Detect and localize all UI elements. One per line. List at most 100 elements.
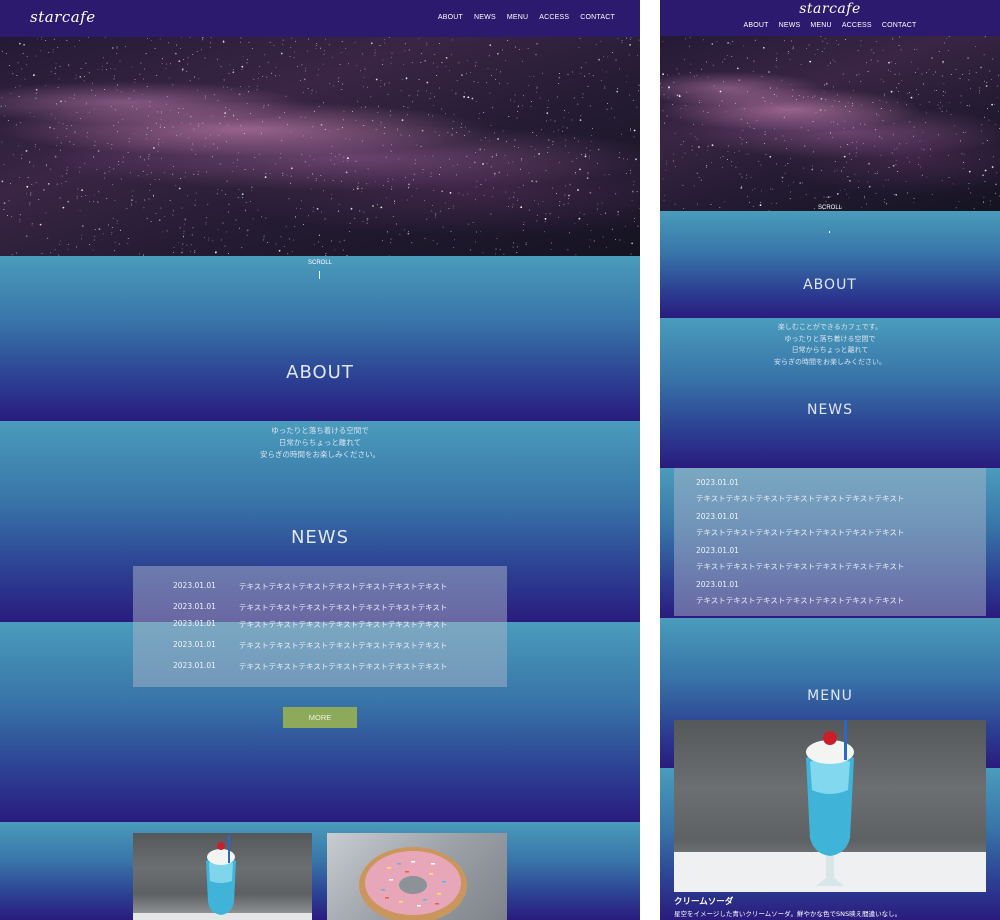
nav-access[interactable]: ACCESS	[539, 14, 569, 21]
donut-illustration	[359, 847, 467, 920]
star-dot	[917, 68, 919, 70]
star-dot	[174, 52, 177, 55]
menu-photo-cream-soda[interactable]	[133, 833, 312, 920]
star-dot	[574, 173, 576, 175]
star-dot	[622, 158, 624, 160]
star-dot	[260, 132, 262, 134]
star-dot	[190, 244, 192, 246]
star-dot	[512, 161, 514, 163]
star-dot	[194, 204, 196, 206]
star-dot	[116, 131, 118, 132]
nav-news[interactable]: NEWS	[474, 14, 496, 21]
star-dot	[562, 130, 563, 132]
about-text: 楽しむことができるカフェです。 ゆったりと落ち着ける空間で 日常からちょっと離れ…	[660, 322, 1000, 368]
star-dot	[542, 201, 544, 202]
star-dot	[984, 36, 986, 38]
about-title: ABOUT	[286, 362, 354, 383]
star-dot	[925, 122, 927, 124]
star-dot	[548, 139, 550, 141]
star-dot	[727, 145, 729, 147]
star-dot	[630, 38, 632, 40]
nav-contact[interactable]: CONTACT	[882, 22, 917, 29]
star-dot	[19, 176, 21, 178]
star-dot	[334, 249, 336, 251]
nav-contact[interactable]: CONTACT	[580, 14, 615, 21]
star-dot	[211, 116, 213, 118]
star-dot	[380, 121, 382, 123]
star-dot	[836, 94, 838, 96]
news-item[interactable]: 2023.01.01 テキストテキストテキストテキストテキストテキストテキスト	[173, 602, 447, 613]
site-logo[interactable]: starcafe	[660, 1, 1000, 17]
about-band: SCROLL ABOUT	[0, 256, 640, 421]
star-dot	[595, 43, 597, 45]
star-dot	[986, 108, 988, 109]
star-dot	[942, 105, 943, 107]
news-item[interactable]: 2023.01.01 テキストテキストテキストテキストテキストテキストテキスト	[173, 619, 447, 630]
star-dot	[585, 153, 587, 155]
star-dot	[273, 45, 275, 47]
star-dot	[769, 87, 771, 89]
star-dot	[579, 119, 582, 121]
star-dot	[825, 82, 828, 85]
star-dot	[87, 132, 89, 134]
scroll-indicator-label[interactable]: SCROLL	[0, 260, 640, 266]
scroll-indicator-label[interactable]: SCROLL	[660, 205, 1000, 211]
star-dot	[406, 114, 408, 116]
star-dot	[993, 103, 995, 105]
news-item[interactable]: 2023.01.01 テキストテキストテキストテキストテキストテキストテキスト	[696, 580, 904, 606]
star-dot	[229, 64, 231, 66]
star-dot	[739, 173, 741, 175]
star-dot	[942, 95, 944, 96]
news-item[interactable]: 2023.01.01 テキストテキストテキストテキストテキストテキストテキスト	[696, 478, 904, 504]
star-dot	[360, 70, 362, 72]
about-line: 楽しむことができるカフェです。	[777, 323, 883, 331]
star-dot	[167, 42, 169, 44]
star-dot	[212, 240, 214, 241]
star-dot	[750, 176, 752, 178]
news-item[interactable]: 2023.01.01 テキストテキストテキストテキストテキストテキストテキスト	[173, 581, 447, 592]
news-item[interactable]: 2023.01.01 テキストテキストテキストテキストテキストテキストテキスト	[173, 640, 447, 651]
star-dot	[498, 82, 500, 84]
star-dot	[668, 86, 670, 89]
nav-menu[interactable]: MENU	[810, 22, 831, 29]
star-dot	[880, 78, 882, 80]
star-dot	[192, 54, 194, 56]
star-dot	[263, 104, 265, 106]
star-dot	[968, 73, 970, 75]
star-dot	[544, 221, 546, 223]
star-dot	[579, 37, 581, 39]
star-dot	[341, 89, 343, 91]
nav-news[interactable]: NEWS	[779, 22, 801, 29]
star-dot	[201, 49, 203, 51]
nav-menu[interactable]: MENU	[507, 14, 528, 21]
star-dot	[706, 61, 708, 63]
news-more-button[interactable]: MORE	[283, 707, 357, 728]
menu-photo-cream-soda[interactable]	[674, 720, 986, 892]
site-logo[interactable]: starcafe	[30, 8, 96, 26]
star-dot	[393, 203, 395, 205]
star-dot	[220, 239, 222, 241]
star-dot	[584, 75, 586, 77]
news-item[interactable]: 2023.01.01 テキストテキストテキストテキストテキストテキストテキスト	[696, 546, 904, 572]
star-dot	[146, 217, 148, 219]
star-dot	[436, 75, 437, 76]
star-dot	[267, 61, 269, 63]
star-dot	[181, 122, 183, 124]
star-dot	[289, 182, 291, 184]
star-dot	[918, 157, 920, 159]
star-dot	[739, 136, 741, 138]
nav-access[interactable]: ACCESS	[842, 22, 872, 29]
star-dot	[391, 52, 393, 54]
news-item[interactable]: 2023.01.01 テキストテキストテキストテキストテキストテキストテキスト	[696, 512, 904, 538]
menu-photo-donut[interactable]	[327, 833, 507, 920]
star-dot	[113, 124, 115, 126]
star-dot	[158, 138, 160, 140]
star-dot	[703, 39, 705, 41]
star-dot	[218, 134, 220, 136]
news-item[interactable]: 2023.01.01 テキストテキストテキストテキストテキストテキストテキスト	[173, 661, 447, 672]
nav-about[interactable]: ABOUT	[438, 14, 463, 21]
nav-about[interactable]: ABOUT	[743, 22, 768, 29]
star-dot	[448, 208, 450, 209]
star-dot	[942, 91, 944, 92]
star-dot	[330, 159, 332, 161]
